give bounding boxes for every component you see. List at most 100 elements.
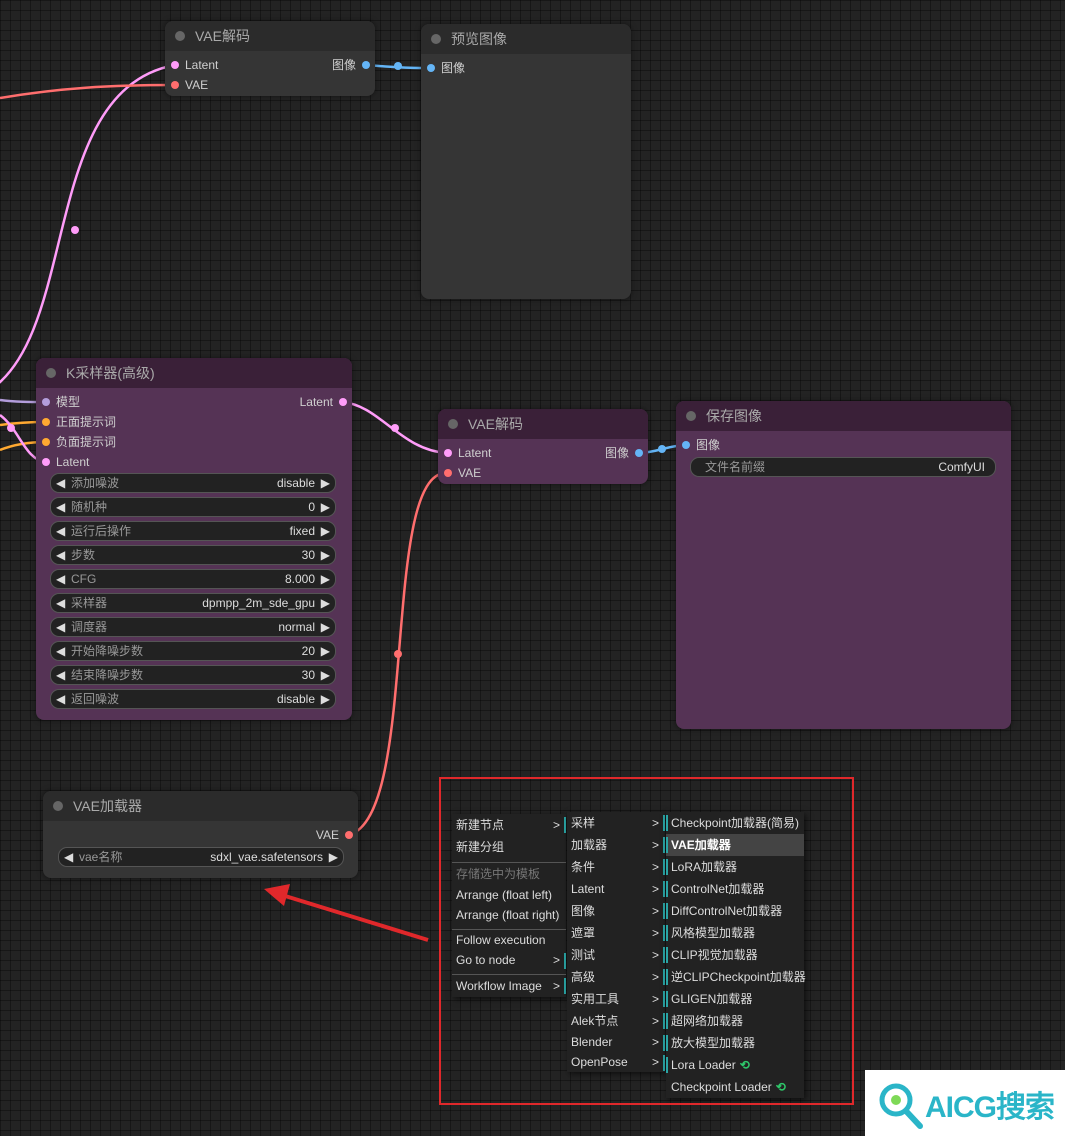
menu-item-arrange-right[interactable]: Arrange (float right) [452, 905, 566, 925]
input-latent[interactable]: Latent [36, 454, 89, 470]
decrement-arrow-icon: ◀ [56, 644, 66, 658]
output-image[interactable]: 图像 [332, 57, 370, 73]
link-vae-loader-to-decode [347, 471, 448, 837]
loader-item[interactable]: DiffControlNet加载器 [666, 900, 804, 922]
category-item[interactable]: 加载器 > [567, 834, 665, 856]
category-item[interactable]: 实用工具 > [567, 988, 665, 1010]
increment-arrow-icon: ▶ [320, 524, 330, 538]
widget-return-noise[interactable]: ◀ 返回噪波 disable ▶ [50, 689, 336, 709]
loader-item[interactable]: 超网络加载器 [666, 1010, 804, 1032]
increment-arrow-icon: ▶ [320, 476, 330, 490]
vae-decode-node-top[interactable]: VAE解码 Latent VAE 图像 [165, 21, 375, 96]
input-negative[interactable]: 负面提示词 [36, 434, 116, 450]
collapse-dot-icon[interactable] [46, 368, 56, 378]
node-title[interactable]: 预览图像 [421, 24, 631, 54]
collapse-dot-icon[interactable] [448, 419, 458, 429]
loader-item[interactable]: CLIP视觉加载器 [666, 944, 804, 966]
collapse-dot-icon[interactable] [686, 411, 696, 421]
loader-item[interactable]: 逆CLIPCheckpoint加载器 [666, 966, 806, 988]
widget-cfg[interactable]: ◀ CFG 8.000 ▶ [50, 569, 336, 589]
category-submenu: 采样 > 加载器 > 条件 > Latent > 图像 > 遮罩 > 测试 > 高级 > 实用工… [567, 812, 665, 1072]
increment-arrow-icon: ▶ [320, 620, 330, 634]
node-title[interactable]: VAE加载器 [43, 791, 358, 821]
link-midpoint [71, 226, 79, 234]
link-midpoint [7, 424, 15, 432]
category-item[interactable]: 遮罩 > [567, 922, 665, 944]
loader-item[interactable]: LoRA加载器 [666, 856, 804, 878]
collapse-dot-icon[interactable] [53, 801, 63, 811]
canvas-context-menu: 新建节点 > 新建分组 存储选中为模板 Arrange (float left) … [452, 814, 566, 997]
increment-arrow-icon: ▶ [320, 572, 330, 586]
increment-arrow-icon: ▶ [320, 644, 330, 658]
widget-add-noise[interactable]: ◀ 添加噪波 disable ▶ [50, 473, 336, 493]
menu-item-arrange-left[interactable]: Arrange (float left) [452, 885, 566, 905]
loader-item[interactable]: ControlNet加载器 [666, 878, 804, 900]
category-item[interactable]: 条件 > [567, 856, 665, 878]
category-item[interactable]: 采样 > [567, 812, 665, 834]
collapse-dot-icon[interactable] [175, 31, 185, 41]
node-title[interactable]: VAE解码 [438, 409, 648, 439]
menu-item-follow-execution[interactable]: Follow execution [452, 929, 566, 950]
category-item[interactable]: 测试 > [567, 944, 665, 966]
node-title[interactable]: K采样器(高级) [36, 358, 352, 388]
category-item[interactable]: 高级 > [567, 966, 665, 988]
loader-item[interactable]: GLIGEN加载器 [666, 988, 804, 1010]
input-vae[interactable]: VAE [438, 465, 481, 481]
vae-loader-node[interactable]: VAE加载器 VAE ◀ vae名称 sdxl_vae.safetensors ▶ [43, 791, 358, 878]
widget-end-step[interactable]: ◀ 结束降噪步数 30 ▶ [50, 665, 336, 685]
magnifier-logo-icon [879, 1083, 923, 1129]
output-latent[interactable]: Latent [300, 394, 347, 410]
widget-start-step[interactable]: ◀ 开始降噪步数 20 ▶ [50, 641, 336, 661]
input-vae[interactable]: VAE [165, 77, 208, 93]
widget-sampler[interactable]: ◀ 采样器 dpmpp_2m_sde_gpu ▶ [50, 593, 336, 613]
increment-arrow-icon: ▶ [320, 548, 330, 562]
category-item[interactable]: OpenPose > [567, 1052, 665, 1072]
save-image-node[interactable]: 保存图像 图像 文件名前缀 ComfyUI [676, 401, 1011, 729]
loader-item-vae-loader[interactable]: VAE加载器 [666, 834, 804, 856]
output-vae[interactable]: VAE [316, 827, 353, 843]
input-image[interactable]: 图像 [676, 437, 720, 453]
increment-arrow-icon: ▶ [320, 500, 330, 514]
preview-image-node[interactable]: 预览图像 图像 [421, 24, 631, 299]
output-image[interactable]: 图像 [605, 445, 643, 461]
input-model[interactable]: 模型 [36, 394, 80, 410]
loader-item[interactable]: Lora Loader ⟲ [666, 1054, 804, 1076]
widget-seed[interactable]: ◀ 随机种 0 ▶ [50, 497, 336, 517]
link-midpoint [394, 650, 402, 658]
widget-vae-name[interactable]: ◀ vae名称 sdxl_vae.safetensors ▶ [58, 847, 344, 867]
link-icon: ⟲ [739, 1058, 750, 1072]
category-item[interactable]: Latent > [567, 878, 665, 900]
decrement-arrow-icon: ◀ [56, 524, 66, 538]
decrement-arrow-icon: ◀ [56, 596, 66, 610]
link-midpoint [658, 445, 666, 453]
increment-arrow-icon: ▶ [320, 596, 330, 610]
input-positive[interactable]: 正面提示词 [36, 414, 116, 430]
loader-item[interactable]: 风格模型加载器 [666, 922, 804, 944]
menu-item-workflow-image[interactable]: Workflow Image > [452, 974, 566, 997]
filename-prefix-field[interactable]: 文件名前缀 ComfyUI [690, 457, 996, 477]
annotation-arrow-line [281, 893, 429, 942]
category-item[interactable]: 图像 > [567, 900, 665, 922]
input-image[interactable]: 图像 [421, 60, 465, 76]
ksampler-advanced-node[interactable]: K采样器(高级) 模型 正面提示词 负面提示词 Latent Latent ◀ 添… [36, 358, 352, 720]
category-item[interactable]: Blender > [567, 1032, 665, 1052]
node-title[interactable]: 保存图像 [676, 401, 1011, 431]
input-latent[interactable]: Latent [438, 445, 491, 461]
collapse-dot-icon[interactable] [431, 34, 441, 44]
loader-item[interactable]: Checkpoint加载器(简易) [666, 812, 804, 834]
loader-submenu: Checkpoint加载器(简易) VAE加载器 LoRA加载器 Control… [666, 812, 806, 1098]
widget-control-after[interactable]: ◀ 运行后操作 fixed ▶ [50, 521, 336, 541]
node-title[interactable]: VAE解码 [165, 21, 375, 51]
widget-scheduler[interactable]: ◀ 调度器 normal ▶ [50, 617, 336, 637]
loader-item[interactable]: 放大模型加载器 [666, 1032, 804, 1054]
category-item[interactable]: Alek节点 > [567, 1010, 665, 1032]
link-vae-top [0, 83, 176, 100]
vae-decode-node-mid[interactable]: VAE解码 Latent VAE 图像 [438, 409, 648, 484]
menu-item-go-to-node[interactable]: Go to node > [452, 950, 566, 970]
menu-item-new-group[interactable]: 新建分组 [452, 836, 566, 858]
widget-steps[interactable]: ◀ 步数 30 ▶ [50, 545, 336, 565]
menu-item-new-node[interactable]: 新建节点 > [452, 814, 566, 836]
input-latent[interactable]: Latent [165, 57, 218, 73]
loader-item[interactable]: Checkpoint Loader ⟲ [666, 1076, 804, 1098]
link-midpoint [394, 62, 402, 70]
